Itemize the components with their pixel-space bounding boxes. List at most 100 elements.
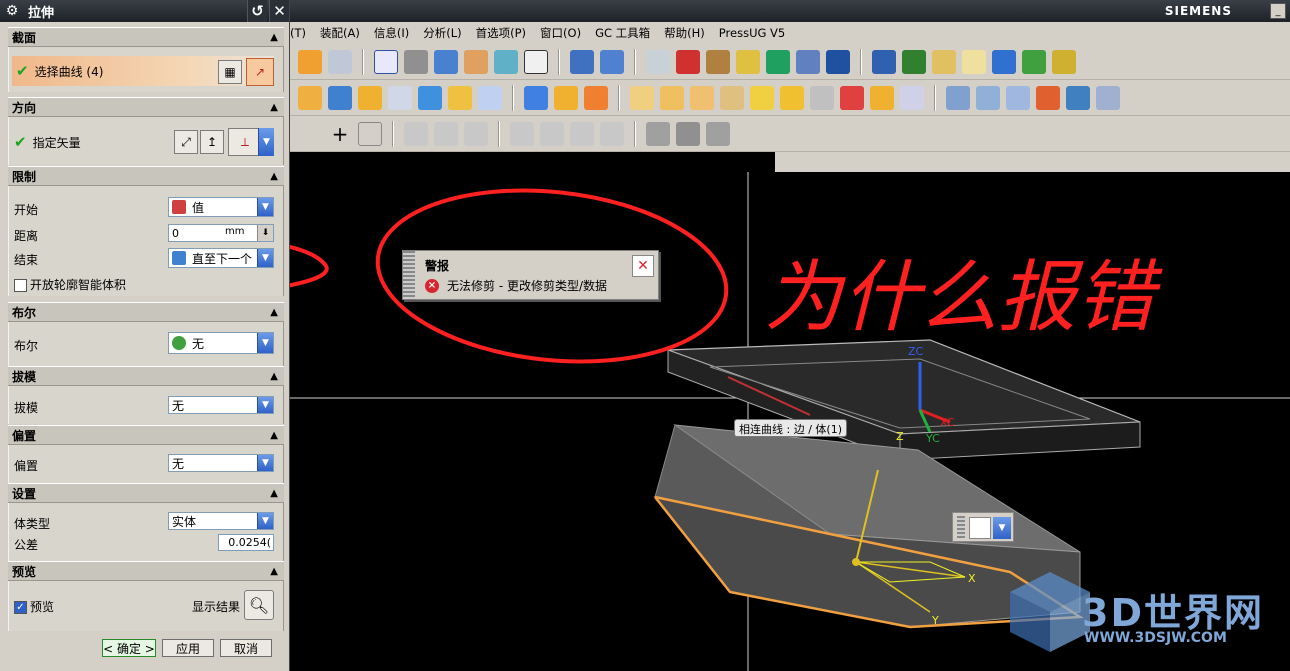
extend-curve-icon[interactable] [434,121,458,146]
menu-gc-toolbox[interactable]: GC 工具箱 [595,25,650,41]
section-header-settings[interactable]: 设置 ▲ [8,483,284,503]
extrude-tool-icon[interactable] [298,49,322,74]
swept-icon[interactable] [554,85,578,110]
apply-button[interactable]: 应用 [162,639,214,657]
tolerance-field[interactable]: 0.0254( [218,534,274,551]
sketch-view-icon[interactable] [706,121,730,146]
section-header-offset[interactable]: 偏置 ▲ [8,425,284,445]
reset-icon[interactable]: ↺ [247,0,267,22]
snap-icon[interactable] [676,49,700,74]
palette-icon[interactable] [736,49,760,74]
replace-face-icon[interactable] [870,85,894,110]
vector-type-button[interactable]: ⟂ [228,128,262,156]
preview-checkbox[interactable]: ✓ 预览 [14,598,54,615]
section-header-draft[interactable]: 拔模 ▲ [8,366,284,386]
cylinder-icon[interactable] [328,85,352,110]
move-face-icon[interactable] [900,85,924,110]
sew-icon[interactable] [1066,85,1090,110]
section-header-direction[interactable]: 方向 ▲ [8,97,284,117]
transform-icon[interactable] [600,49,624,74]
scale-icon[interactable] [780,85,804,110]
view-orient-icon[interactable] [494,49,518,74]
show-result-button[interactable]: 🔍︎ [244,590,274,620]
curve-select-button[interactable]: ↗ [246,58,274,86]
window-minimize-button[interactable]: _ [1270,3,1286,19]
ruler-icon[interactable] [826,49,850,74]
fit-view-icon[interactable] [374,49,398,74]
split-body-icon[interactable] [810,85,834,110]
draft-icon[interactable] [750,85,774,110]
boolean-select[interactable]: 无 ▼ [168,332,274,354]
reverse-direction-button[interactable]: ⤢ [174,130,198,154]
close-icon[interactable]: ✕ [269,0,289,22]
move-component-icon[interactable] [992,49,1016,74]
offset-select[interactable]: 无 ▼ [168,454,274,472]
menu-analysis[interactable]: 分析(L) [423,25,461,41]
chevron-down-icon[interactable]: ▼ [993,517,1011,539]
surface-icon[interactable] [946,85,970,110]
limit-handle-combo[interactable]: ▼ [952,512,1014,542]
alert-drag-handle[interactable] [403,251,415,299]
sketch-shape-icon[interactable] [358,121,382,146]
fix-icon[interactable] [570,121,594,146]
render-style-icon[interactable] [404,49,428,74]
section-header-section[interactable]: 截面 ▲ [8,27,284,47]
menu-pressug[interactable]: PressUG V5 [719,26,785,40]
chamfer-icon[interactable] [388,85,412,110]
open-profile-checkbox[interactable]: 开放轮廓智能体积 [14,276,126,293]
cancel-button[interactable]: 取消 [220,639,272,657]
explode-icon[interactable] [1052,49,1076,74]
move-object-icon[interactable] [570,49,594,74]
studio-surface-icon[interactable] [1006,85,1030,110]
parallel-icon[interactable] [540,121,564,146]
background-icon[interactable] [524,49,548,74]
show-constraint-icon[interactable] [600,121,624,146]
gear-icon[interactable]: ⚙ [4,3,20,19]
start-type-select[interactable]: 值 ▼ [168,197,274,217]
draft-select[interactable]: 无 ▼ [168,396,274,414]
through-curves-icon[interactable] [976,85,1000,110]
delete-face-icon[interactable] [840,85,864,110]
trim-body-icon[interactable] [584,85,608,110]
sketch-finish-icon[interactable] [646,121,670,146]
sketch-update-icon[interactable] [676,121,700,146]
layer-stack-icon[interactable] [902,49,926,74]
end-type-select[interactable]: 直至下一个 ▼ [168,248,274,268]
menu-tools[interactable]: (T) [290,26,306,40]
intersect-icon[interactable] [690,85,714,110]
menu-preferences[interactable]: 首选项(P) [476,25,526,41]
subtract-icon[interactable] [660,85,684,110]
patch-icon[interactable] [1096,85,1120,110]
section-header-preview[interactable]: 预览 ▲ [8,561,284,581]
shell-icon[interactable] [418,85,442,110]
section-header-boolean[interactable]: 布尔 ▲ [8,302,284,322]
bridge-icon[interactable] [1036,85,1060,110]
distance-field[interactable]: 0 mm ⬇ [168,224,274,242]
shaded-cube-icon[interactable] [434,49,458,74]
assembly-constraint-icon[interactable] [872,49,896,74]
point-icon[interactable]: + [328,121,352,146]
menu-help[interactable]: 帮助(H) [664,25,705,41]
constraint-icon[interactable] [510,121,534,146]
measure-distance-icon[interactable] [796,49,820,74]
component-icon[interactable] [932,49,956,74]
corner-icon[interactable] [464,121,488,146]
ok-button[interactable]: < 确定 > [102,639,156,657]
menu-window[interactable]: 窗口(O) [540,25,581,41]
hole-icon[interactable] [448,85,472,110]
blend-icon[interactable] [358,85,382,110]
layer-settings-icon[interactable] [646,49,670,74]
layer-icon[interactable] [464,49,488,74]
body-type-select[interactable]: 实体 ▼ [168,512,274,530]
section-view-icon[interactable] [766,49,790,74]
pad-icon[interactable] [524,85,548,110]
mate-icon[interactable] [1022,49,1046,74]
spline-icon[interactable] [298,121,322,146]
offset-face-icon[interactable] [720,85,744,110]
trim-curve-icon[interactable] [404,121,428,146]
section-header-limits[interactable]: 限制 ▲ [8,166,284,186]
block-icon[interactable] [298,85,322,110]
menu-assembly[interactable]: 装配(A) [320,25,360,41]
boss-icon[interactable] [478,85,502,110]
sketch-section-button[interactable]: ▦ [218,60,242,84]
